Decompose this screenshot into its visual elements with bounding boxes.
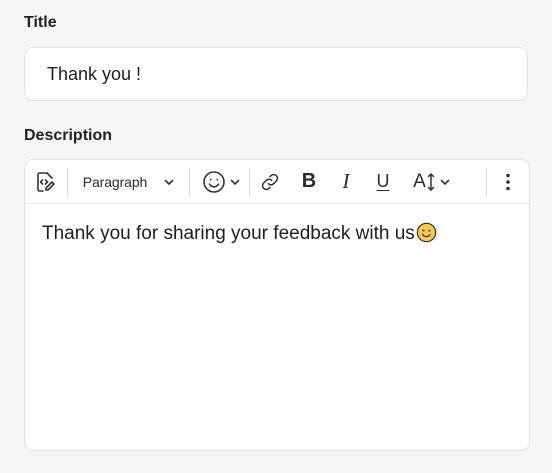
underline-label: U [376,171,390,191]
emoji-dropdown[interactable] [197,160,245,203]
editor-toolbar: Paragraph B I U A [25,160,529,204]
source-code-button[interactable] [31,160,61,203]
smiling-face-emoji-icon [416,222,437,243]
chevron-down-icon [440,179,450,185]
chevron-down-icon [164,179,174,185]
link-icon [261,173,279,190]
description-label: Description [24,127,113,144]
toolbar-separator [486,168,487,196]
description-editor[interactable]: Paragraph B I U A Thank you for sharing … [24,159,530,451]
toolbar-separator [67,168,68,196]
emoji-icon [202,170,225,193]
title-input[interactable]: Thank you ! [24,47,528,101]
toolbar-separator [249,168,250,196]
italic-button[interactable]: I [333,160,359,203]
title-label: Title [24,14,57,31]
underline-button[interactable]: U [369,160,397,203]
font-size-label: A [413,170,426,192]
italic-label: I [342,169,350,193]
editor-content[interactable]: Thank you for sharing your feedback with… [42,222,437,246]
bold-label: B [301,170,317,192]
more-vertical-icon [506,173,510,190]
more-options-button[interactable] [497,160,519,203]
chevron-down-icon [230,179,239,185]
editor-text: Thank you for sharing your feedback with… [42,223,415,244]
toolbar-separator [189,168,190,196]
bold-button[interactable]: B [295,160,323,203]
text-height-icon [427,172,435,191]
link-button[interactable] [256,160,284,203]
block-format-dropdown[interactable]: Paragraph [77,160,181,203]
font-size-dropdown[interactable]: A [408,160,456,203]
block-format-label: Paragraph [82,173,148,190]
code-view-icon [37,171,55,192]
